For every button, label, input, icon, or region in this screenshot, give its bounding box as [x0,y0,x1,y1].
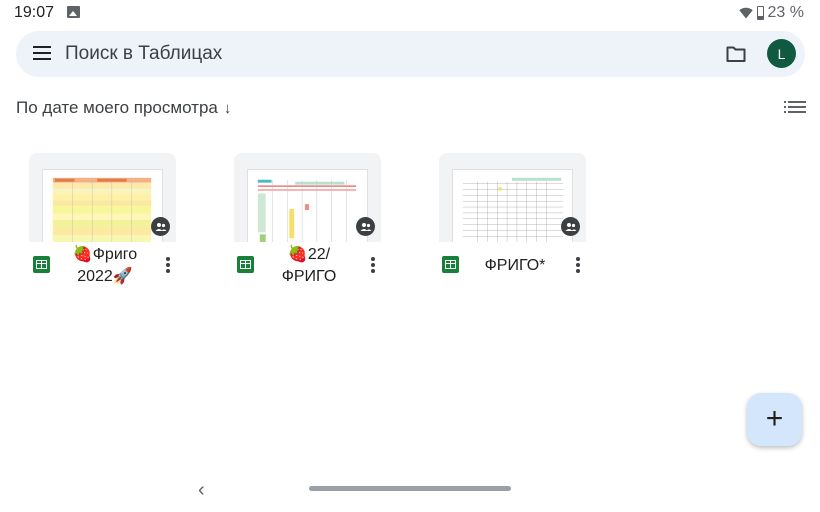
more-options-icon[interactable] [371,257,375,273]
sheets-icon [442,256,459,273]
create-new-button[interactable]: + [747,393,802,446]
plus-icon: + [765,401,784,435]
spreadsheet-preview [247,169,368,242]
file-name-line: ФРИГО* [484,257,546,274]
image-notification-icon [67,6,80,18]
back-button[interactable]: ‹ [198,479,205,502]
file-name[interactable]: 🍓Фриго 2022🚀 [60,244,150,288]
status-right: 23 % [738,4,804,22]
file-thumbnail[interactable] [29,153,176,242]
sort-selector[interactable]: По дате моего просмотра ↓ [16,98,231,118]
file-thumbnail[interactable] [439,153,586,242]
menu-icon[interactable] [33,46,51,60]
wifi-icon [738,7,753,19]
arrow-down-icon: ↓ [223,99,232,117]
folder-icon[interactable] [726,45,746,63]
file-name-line: 🍓22/ [287,246,331,263]
file-card[interactable] [29,153,176,242]
avatar-initial: L [777,45,786,62]
search-bar[interactable]: Поиск в Таблицах L [16,31,805,77]
sheets-icon [33,256,50,273]
battery-icon [756,6,764,20]
file-card[interactable] [439,153,586,242]
file-thumbnail[interactable] [234,153,381,242]
file-name-line: 🍓Фриго [72,246,138,263]
status-bar: 19:07 23 % [0,0,820,26]
spreadsheet-preview [42,169,163,242]
sort-label: По дате моего просмотра [16,98,218,117]
more-options-icon[interactable] [166,257,170,273]
more-options-icon[interactable] [576,257,580,273]
battery-percent: 23 % [767,4,804,21]
sheets-icon [237,256,254,273]
search-input[interactable]: Поиск в Таблицах [65,43,222,65]
status-time: 19:07 [14,4,55,21]
home-gesture-handle[interactable] [309,486,511,491]
file-name-line: ФРИГО [281,268,337,285]
spreadsheet-preview [452,169,573,242]
shared-icon [356,217,375,236]
file-card[interactable] [234,153,381,242]
avatar[interactable]: L [767,39,796,68]
shared-icon [561,217,580,236]
shared-icon [151,217,170,236]
file-name[interactable]: ФРИГО* [470,255,560,277]
file-name-line: 2022🚀 [77,268,133,285]
file-name[interactable]: 🍓22/ ФРИГО [266,244,352,288]
list-view-icon[interactable] [784,101,806,114]
